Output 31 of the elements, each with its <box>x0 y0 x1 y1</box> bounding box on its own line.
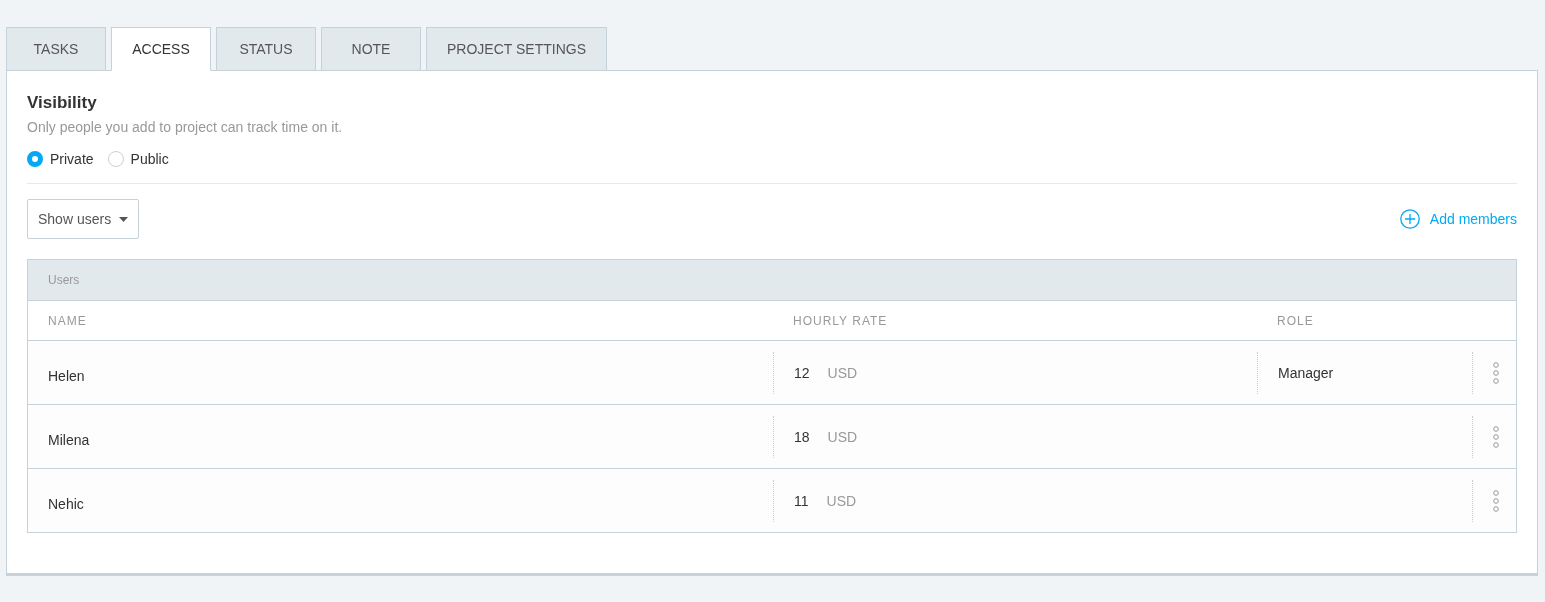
table-title: Users <box>28 260 1516 301</box>
section-title: Visibility <box>27 93 98 113</box>
show-users-dropdown[interactable]: Show users <box>27 199 140 239</box>
radio-label[interactable]: Public <box>130 151 169 167</box>
caret-icon <box>119 216 129 222</box>
radio-button[interactable] <box>107 151 124 167</box>
user-name: Milena <box>47 431 90 448</box>
column-header: ROLE <box>1276 313 1314 328</box>
rate-value[interactable]: 18 <box>794 428 810 445</box>
tab[interactable]: TASKS <box>6 27 106 71</box>
currency-label: USD <box>826 492 857 509</box>
column-header: NAME <box>47 313 87 328</box>
currency-label: USD <box>827 364 858 381</box>
tab[interactable]: PROJECT SETTINGS <box>426 27 607 71</box>
section-description: Only people you add to project can track time on it. <box>27 119 344 135</box>
plus-circle-icon <box>1399 209 1420 229</box>
user-name: Nehic <box>47 495 84 512</box>
more-options-icon[interactable] <box>1493 425 1499 448</box>
radio-button[interactable] <box>27 151 43 167</box>
currency-label: USD <box>827 428 858 445</box>
user-name: Helen <box>47 367 85 384</box>
tab[interactable]: STATUS <box>216 27 316 71</box>
column-header: HOURLY RATE <box>792 313 888 328</box>
more-options-icon[interactable] <box>1493 489 1499 512</box>
role-value[interactable]: Manager <box>1278 364 1334 381</box>
tab[interactable]: NOTE <box>321 27 421 71</box>
rate-value[interactable]: 12 <box>794 364 810 381</box>
tab[interactable]: ACCESS <box>111 27 211 71</box>
radio-label[interactable]: Private <box>50 151 94 167</box>
rate-value[interactable]: 11 <box>794 492 809 509</box>
more-options-icon[interactable] <box>1493 361 1499 384</box>
